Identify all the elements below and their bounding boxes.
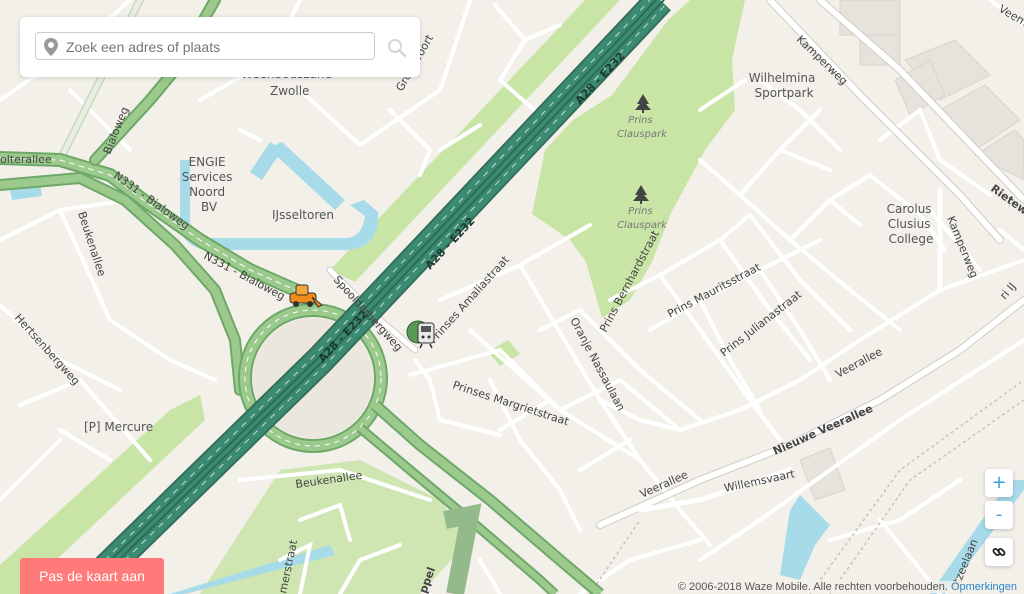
search-icon[interactable]: [386, 37, 408, 59]
svg-text:Wilhelmina Sportpark: Wilhelmina Sportpark: [749, 71, 819, 100]
poi-ijsseltoren: IJsseltoren: [272, 208, 334, 222]
poi-claus2-1: Prins: [628, 206, 652, 217]
search-input[interactable]: [64, 36, 368, 58]
area-label-zwolle: Zwolle: [270, 84, 309, 98]
poi-claus1-2: Clauspark: [617, 129, 668, 140]
poi-claus1-1: Prins: [628, 115, 652, 126]
road-holterallee: olterallee: [0, 153, 52, 166]
poi-wilhelmina-2: Sportpark: [754, 86, 813, 100]
map-footer: © 2006-2018 Waze Mobile. Alle rechten vo…: [675, 581, 1019, 593]
poi-carolus-2: Clusius: [888, 217, 931, 231]
poi-engie-4: BV: [201, 200, 218, 214]
link-icon: [992, 543, 1006, 564]
link-button[interactable]: [985, 538, 1013, 566]
poi-engie-3: Noord: [189, 185, 225, 199]
fix-map-button[interactable]: Pas de kaart aan: [20, 558, 164, 594]
poi-mercure: [P] Mercure: [84, 420, 153, 434]
search-box[interactable]: [35, 32, 375, 60]
feedback-link[interactable]: Opmerkingen: [951, 581, 1017, 593]
zoom-in-button[interactable]: +: [985, 469, 1013, 497]
copyright-text: © 2006-2018 Waze Mobile. Alle rechten vo…: [677, 581, 948, 593]
svg-text:Carolus Clusius Co: Carolus Clusius College: [887, 202, 936, 246]
poi-carolus-1: Carolus: [887, 202, 932, 216]
location-pin-icon: [44, 38, 58, 61]
poi-wilhelmina-1: Wilhelmina: [749, 71, 816, 85]
poi-carolus-3: College: [889, 232, 934, 246]
map-canvas[interactable]: Weenbouszand Zwolle ENGIE Services Noord…: [0, 0, 1024, 594]
zoom-out-button[interactable]: -: [985, 501, 1013, 529]
poi-claus2-2: Clauspark: [617, 220, 668, 231]
poi-engie-1: ENGIE: [189, 155, 226, 169]
search-panel: [20, 17, 420, 77]
poi-engie-2: Services: [182, 170, 233, 184]
